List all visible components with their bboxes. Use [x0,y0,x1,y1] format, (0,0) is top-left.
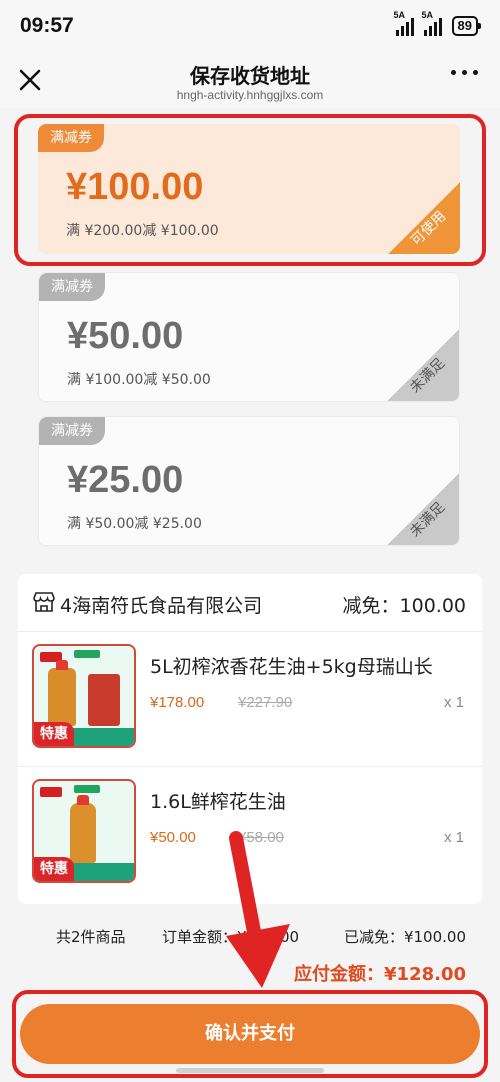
shop-icon [33,592,55,612]
shop-name: 4海南符氏食品有限公司 [60,595,263,617]
coupon-status: 未满足 [407,355,449,397]
signal-icon: 5A [394,10,414,36]
list-item[interactable]: 特惠 1.6L鲜榨花生油 ¥50.00 ¥58.00 x 1 [18,766,482,900]
summary-count: 共2件商品 [56,928,126,946]
product-quantity: x 1 [443,829,464,846]
product-quantity: x 1 [443,694,464,711]
highlight-box [14,114,486,266]
product-badge: 特惠 [34,722,74,746]
product-title: 1.6L鲜榨花生油 [150,791,286,813]
product-price: ¥178.00 [150,694,205,711]
product-image: 特惠 [32,779,136,883]
coupon-tag: 满减券 [39,273,105,301]
coupon-amount: ¥25.00 [67,459,184,501]
more-icon [451,70,456,75]
coupon-status-corner: 未满足 [387,473,459,545]
coupon-card[interactable]: 满减券 ¥50.00 满 ¥100.00减 ¥50.00 未满足 [38,272,460,402]
coupon-tag: 满减券 [39,417,105,445]
status-icons: 5A 5A 89 [394,10,482,36]
order-card: 4海南符氏食品有限公司 减免：100.00 特惠 5L初榨浓香花生油+5kg母瑞… [18,574,482,904]
product-badge: 特惠 [34,857,74,881]
product-price: ¥50.00 [150,829,196,846]
coupon-condition: 满 ¥100.00减 ¥50.00 [67,372,211,388]
product-original-price: ¥58.00 [238,829,284,846]
coupon-status-corner: 未满足 [387,329,459,401]
product-image: 特惠 [32,644,136,748]
shop-header: 4海南符氏食品有限公司 减免：100.00 [18,574,482,632]
status-bar: 09:57 5A 5A 89 [0,0,500,56]
product-original-price: ¥227.90 [238,694,293,711]
page-url: hngh-activity.hnhggjlxs.com [176,88,324,102]
shop-discount: 减免：100.00 [342,595,466,617]
list-item[interactable]: 特惠 5L初榨浓香花生油+5kg母瑞山长 ¥178.00 ¥227.90 x 1 [18,632,482,766]
signal-icon: 5A [422,10,442,36]
page-title: 保存收货地址 [190,64,310,88]
coupon-condition: 满 ¥50.00减 ¥25.00 [67,516,202,532]
coupon-status: 未满足 [407,499,449,541]
summary-payable: 应付金额：¥128.00 [294,964,466,985]
page-header: 保存收货地址 hngh-activity.hnhggjlxs.com [0,56,500,108]
highlight-box [12,990,488,1078]
coupon-card[interactable]: 满减券 ¥25.00 满 ¥50.00减 ¥25.00 未满足 [38,416,460,546]
summary-order-amount: 订单金额：¥228.00 [162,928,300,946]
more-button[interactable] [451,70,478,75]
status-time: 09:57 [20,14,74,37]
coupon-amount: ¥50.00 [67,315,184,357]
summary-reduced: 已减免：¥100.00 [343,928,466,946]
product-title: 5L初榨浓香花生油+5kg母瑞山长 [150,656,433,678]
battery-icon: 89 [451,16,482,36]
